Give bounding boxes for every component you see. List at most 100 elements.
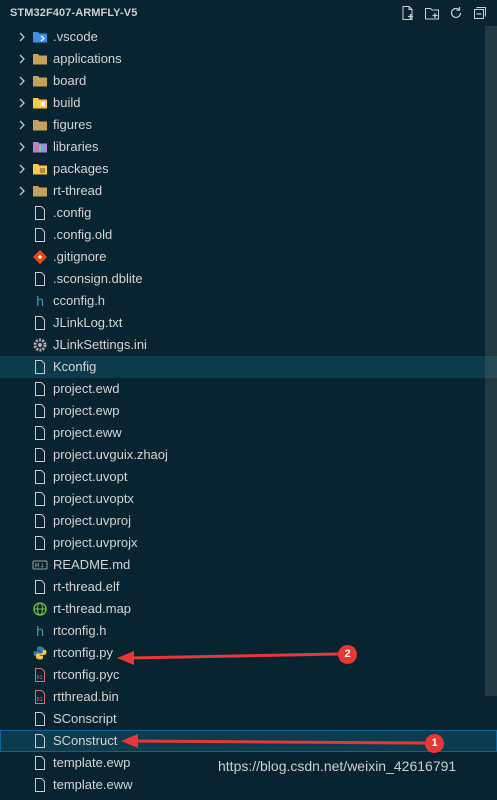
tree-item-label: SConscript — [53, 711, 117, 726]
tree-item-label: libraries — [53, 139, 99, 154]
file-icon — [32, 513, 48, 529]
file-icon — [32, 227, 48, 243]
tree-folder-row[interactable]: libraries — [0, 136, 497, 158]
tree-file-row[interactable]: project.eww — [0, 422, 497, 444]
chevron-right-icon[interactable] — [14, 51, 30, 67]
tree-file-row[interactable]: project.uvoptx — [0, 488, 497, 510]
tree-item-label: rtconfig.h — [53, 623, 107, 638]
tree-item-label: rtconfig.py — [53, 645, 113, 660]
file-icon — [32, 469, 48, 485]
tree-file-row[interactable]: h rtconfig.h — [0, 620, 497, 642]
tree-item-label: template.eww — [53, 777, 133, 792]
tree-file-row[interactable]: project.ewp — [0, 400, 497, 422]
new-folder-icon[interactable] — [423, 4, 441, 22]
chevron-right-icon[interactable] — [14, 29, 30, 45]
file-icon — [32, 755, 48, 771]
tree-item-label: JLinkSettings.ini — [53, 337, 147, 352]
folder-icon — [32, 183, 48, 199]
tree-item-label: rtconfig.pyc — [53, 667, 120, 682]
tree-file-row[interactable]: rt-thread.elf — [0, 576, 497, 598]
tree-file-row[interactable]: project.uvproj — [0, 510, 497, 532]
libraries-folder-icon — [32, 139, 48, 155]
chevron-right-icon[interactable] — [14, 117, 30, 133]
tree-item-label: .vscode — [53, 29, 98, 44]
chevron-right-icon[interactable] — [14, 95, 30, 111]
explorer-title: STM32F407-ARMFLY-V5 — [10, 7, 138, 19]
file-icon — [32, 447, 48, 463]
collapse-all-icon[interactable] — [471, 4, 489, 22]
tree-item-label: project.uvprojx — [53, 535, 138, 550]
tree-item-label: figures — [53, 117, 93, 132]
tree-folder-row[interactable]: build — [0, 92, 497, 114]
tree-file-row[interactable]: JLinkLog.txt — [0, 312, 497, 334]
tree-file-row[interactable]: project.uvguix.zhaoj — [0, 444, 497, 466]
file-icon — [32, 315, 48, 331]
scrollbar[interactable] — [485, 26, 497, 696]
tree-file-row[interactable]: project.uvprojx — [0, 532, 497, 554]
tree-item-label: SConstruct — [53, 733, 118, 748]
tree-item-label: .config.old — [53, 227, 113, 242]
tree-file-row[interactable]: project.uvopt — [0, 466, 497, 488]
vscode-folder-icon — [32, 29, 48, 45]
binary-file-icon: 01 — [32, 667, 48, 683]
tree-file-row[interactable]: h cconfig.h — [0, 290, 497, 312]
tree-file-row[interactable]: .gitignore — [0, 246, 497, 268]
markdown-icon: M↓ — [32, 557, 48, 573]
file-icon — [32, 579, 48, 595]
explorer-actions — [399, 4, 489, 22]
tree-item-label: rt-thread.elf — [53, 579, 120, 594]
tree-file-row[interactable]: SConstruct — [0, 730, 497, 752]
chevron-right-icon[interactable] — [14, 73, 30, 89]
tree-item-label: .gitignore — [53, 249, 107, 264]
tree-folder-row[interactable]: rt-thread — [0, 180, 497, 202]
tree-item-label: project.uvproj — [53, 513, 132, 528]
tree-item-label: project.eww — [53, 425, 122, 440]
tree-item-label: board — [53, 73, 87, 88]
tree-file-row[interactable]: Kconfig — [0, 356, 497, 378]
folder-icon — [32, 73, 48, 89]
tree-folder-row[interactable]: figures — [0, 114, 497, 136]
tree-item-label: JLinkLog.txt — [53, 315, 123, 330]
tree-folder-row[interactable]: .vscode — [0, 26, 497, 48]
tree-item-label: rt-thread.map — [53, 601, 132, 616]
tree-item-label: project.ewd — [53, 381, 120, 396]
refresh-icon[interactable] — [447, 4, 465, 22]
tree-file-row[interactable]: .sconsign.dblite — [0, 268, 497, 290]
tree-folder-row[interactable]: board — [0, 70, 497, 92]
tree-file-row[interactable]: .config.old — [0, 224, 497, 246]
tree-item-label: project.ewp — [53, 403, 120, 418]
file-icon — [32, 425, 48, 441]
file-icon — [32, 777, 48, 793]
tree-item-label: template.ewp — [53, 755, 131, 770]
binary-file-icon: 01 — [32, 689, 48, 705]
tree-file-row[interactable]: rtconfig.py — [0, 642, 497, 664]
git-icon — [32, 249, 48, 265]
explorer-header: STM32F407-ARMFLY-V5 — [0, 0, 497, 26]
file-icon — [32, 359, 48, 375]
tree-file-row[interactable]: 01 rtconfig.pyc — [0, 664, 497, 686]
tree-file-row[interactable]: 01 rtthread.bin — [0, 686, 497, 708]
tree-file-row[interactable]: template.eww — [0, 774, 497, 796]
file-icon — [32, 535, 48, 551]
tree-item-label: .config — [53, 205, 92, 220]
tree-folder-row[interactable]: applications — [0, 48, 497, 70]
file-icon — [32, 491, 48, 507]
tree-item-label: README.md — [53, 557, 131, 572]
tree-file-row[interactable]: .config — [0, 202, 497, 224]
tree-file-row[interactable]: project.ewd — [0, 378, 497, 400]
tree-item-label: .sconsign.dblite — [53, 271, 143, 286]
tree-file-row[interactable]: M↓ README.md — [0, 554, 497, 576]
chevron-right-icon[interactable] — [14, 161, 30, 177]
new-file-icon[interactable] — [399, 4, 417, 22]
chevron-right-icon[interactable] — [14, 183, 30, 199]
file-icon — [32, 381, 48, 397]
tree-file-row[interactable]: JLinkSettings.ini — [0, 334, 497, 356]
svg-text:01: 01 — [37, 675, 43, 681]
svg-text:h: h — [36, 625, 44, 639]
tree-file-row[interactable]: rt-thread.map — [0, 598, 497, 620]
tree-folder-row[interactable]: packages — [0, 158, 497, 180]
chevron-right-icon[interactable] — [14, 139, 30, 155]
header-file-icon: h — [32, 293, 48, 310]
callout-badge-2: 2 — [338, 645, 357, 664]
tree-file-row[interactable]: SConscript — [0, 708, 497, 730]
